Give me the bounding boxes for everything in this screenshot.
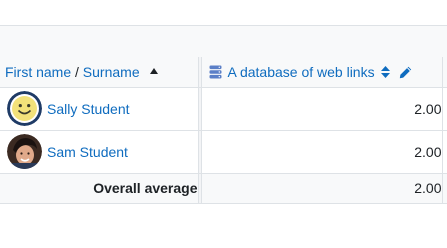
grade-cell[interactable]: 2.00 xyxy=(201,130,442,174)
average-row: Overall average 2.00 xyxy=(0,173,447,204)
student-name-cell: Sally Student xyxy=(0,87,199,131)
photo-avatar xyxy=(7,134,42,169)
sort-first-name-link[interactable]: First name xyxy=(5,64,71,80)
next-column-edge xyxy=(441,57,447,88)
next-column-edge xyxy=(441,173,447,204)
name-header-cell: First name / Surname xyxy=(0,57,199,88)
smiley-avatar xyxy=(7,91,42,126)
sort-surname-link[interactable]: Surname xyxy=(83,64,140,80)
header-row: First name / Surname A database of web l… xyxy=(0,57,447,88)
database-icon xyxy=(209,65,221,79)
avatar[interactable] xyxy=(7,134,42,169)
student-name-link[interactable]: Sam Student xyxy=(47,144,128,160)
pencil-icon[interactable] xyxy=(399,66,412,79)
item-header-cell: A database of web links xyxy=(201,57,442,88)
overall-average-label: Overall average xyxy=(0,173,199,204)
student-name-link[interactable]: Sally Student xyxy=(47,101,130,117)
table-row: Sally Student 2.00 xyxy=(0,87,447,131)
name-separator: / xyxy=(75,63,79,80)
grader-table: First name / Surname A database of web l… xyxy=(0,57,447,204)
next-column-edge xyxy=(441,130,447,174)
item-name-link[interactable]: A database of web links xyxy=(228,64,375,80)
avatar[interactable] xyxy=(7,91,42,126)
table-row: Sam Student 2.00 xyxy=(0,130,447,174)
sort-ascending-icon xyxy=(149,67,158,74)
table-toolbar-band xyxy=(0,25,447,58)
next-column-edge xyxy=(441,87,447,131)
student-name-cell: Sam Student xyxy=(0,130,199,174)
grader-report: First name / Surname A database of web l… xyxy=(0,0,447,248)
grade-cell[interactable]: 2.00 xyxy=(201,87,442,131)
overall-average-value: 2.00 xyxy=(201,173,442,204)
sort-updown-icon[interactable] xyxy=(380,65,390,78)
